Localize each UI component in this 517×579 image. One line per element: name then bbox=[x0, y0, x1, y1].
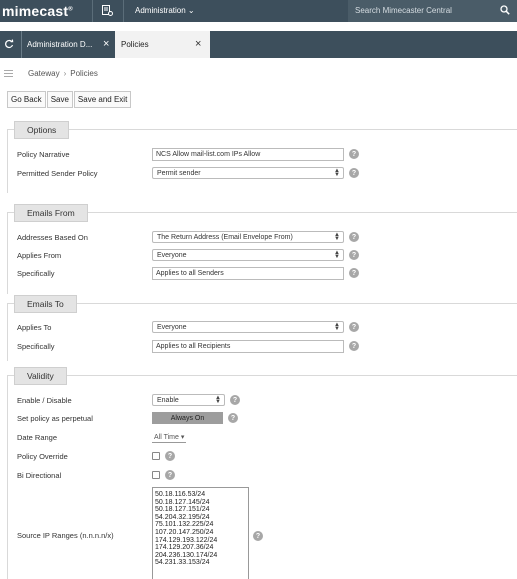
permitted-sender-policy-select[interactable]: Permit sender ▲ ▼ bbox=[152, 167, 344, 179]
ip-range-line: 174.129.207.36/24 bbox=[155, 544, 214, 552]
nav-divider bbox=[92, 0, 93, 22]
hamburger-menu-icon[interactable] bbox=[4, 70, 13, 77]
applies-from-label: Applies From bbox=[17, 250, 62, 260]
permitted-sender-policy-label: Permitted Sender Policy bbox=[17, 168, 98, 178]
ip-range-line: 75.101.132.225/24 bbox=[155, 521, 214, 529]
tab-bar: Administration D... × Policies × bbox=[0, 31, 517, 58]
select-arrows-icon: ▲ ▼ bbox=[334, 168, 340, 178]
help-icon[interactable]: ? bbox=[165, 470, 175, 480]
top-nav-bar: mimecast® Administration ⌄ Search Mimeca… bbox=[0, 0, 517, 22]
go-back-button[interactable]: Go Back bbox=[7, 91, 46, 108]
help-icon[interactable]: ? bbox=[349, 341, 359, 351]
breadcrumb-gateway[interactable]: Gateway bbox=[28, 69, 60, 78]
ip-range-line: 174.129.193.122/24 bbox=[155, 536, 218, 544]
bi-directional-checkbox[interactable] bbox=[152, 471, 160, 479]
source-ip-ranges-textarea[interactable]: 50.18.116.53/24 50.18.127.145/24 50.18.1… bbox=[152, 487, 249, 579]
enable-disable-label: Enable / Disable bbox=[17, 395, 72, 405]
ip-range-line: 50.18.116.53/24 bbox=[155, 491, 206, 498]
tab-policies[interactable]: Policies × bbox=[115, 31, 210, 58]
always-on-toggle[interactable]: Always On bbox=[152, 412, 223, 424]
options-section: Options Policy Narrative NCS Allow mail-… bbox=[7, 121, 517, 193]
section-title: Emails To bbox=[14, 295, 77, 313]
search-icon[interactable] bbox=[500, 5, 510, 15]
help-icon[interactable]: ? bbox=[349, 322, 359, 332]
search-box[interactable]: Search Mimecaster Central bbox=[348, 0, 517, 22]
emails-from-section: Emails From Addresses Based On The Retur… bbox=[7, 204, 517, 294]
help-icon[interactable]: ? bbox=[349, 250, 359, 260]
chevron-down-icon: ⌄ bbox=[187, 6, 195, 15]
ip-range-line: 107.20.147.250/24 bbox=[155, 528, 214, 536]
policy-override-checkbox[interactable] bbox=[152, 452, 160, 460]
section-title: Options bbox=[14, 121, 70, 139]
help-icon[interactable]: ? bbox=[228, 413, 238, 423]
breadcrumb: Gateway › Policies bbox=[0, 62, 517, 84]
help-icon[interactable]: ? bbox=[349, 168, 359, 178]
ip-range-line: 204.236.130.174/24 bbox=[155, 551, 218, 559]
ip-range-line: 54.231.33.153/24 bbox=[155, 559, 210, 567]
help-icon[interactable]: ? bbox=[230, 395, 240, 405]
addresses-based-on-label: Addresses Based On bbox=[17, 232, 88, 242]
refresh-icon[interactable] bbox=[4, 39, 14, 49]
save-and-exit-button[interactable]: Save and Exit bbox=[73, 91, 132, 108]
date-range-label: Date Range bbox=[17, 432, 58, 442]
specifically-recipients-input[interactable]: Applies to all Recipients bbox=[152, 339, 344, 353]
select-arrows-icon: ▲ ▼ bbox=[334, 250, 340, 260]
enable-disable-select[interactable]: Enable ▲ ▼ bbox=[152, 394, 225, 406]
caret-down-icon: ▾ bbox=[180, 433, 185, 441]
perpetual-label: Set policy as perpetual bbox=[17, 413, 93, 423]
select-arrows-icon: ▲ ▼ bbox=[215, 395, 221, 405]
policy-narrative-label: Policy Narrative bbox=[17, 149, 70, 159]
search-input[interactable]: Search Mimecaster Central bbox=[355, 6, 452, 15]
apps-icon[interactable] bbox=[102, 5, 113, 16]
ip-range-line: 50.18.127.145/24 bbox=[155, 498, 210, 506]
section-title: Emails From bbox=[14, 204, 88, 222]
action-toolbar: Go Back Save Save and Exit bbox=[7, 91, 132, 108]
close-icon[interactable]: × bbox=[195, 38, 201, 50]
policy-narrative-input[interactable]: NCS Allow mail-list.com IPs Allow bbox=[152, 147, 344, 161]
help-icon[interactable]: ? bbox=[165, 451, 175, 461]
ip-range-line: 54.204.32.195/24 bbox=[155, 513, 210, 521]
section-title: Validity bbox=[14, 367, 67, 385]
select-arrows-icon: ▲ ▼ bbox=[334, 232, 340, 242]
applies-from-select[interactable]: Everyone ▲ ▼ bbox=[152, 249, 344, 261]
close-icon[interactable]: × bbox=[103, 38, 109, 50]
applies-to-select[interactable]: Everyone ▲ ▼ bbox=[152, 321, 344, 333]
save-button[interactable]: Save bbox=[46, 91, 73, 108]
applies-to-label: Applies To bbox=[17, 322, 52, 332]
emails-to-section: Emails To Applies To Everyone ▲ ▼ ? Speci… bbox=[7, 295, 517, 361]
select-arrows-icon: ▲ ▼ bbox=[334, 322, 340, 332]
help-icon[interactable]: ? bbox=[349, 232, 359, 242]
policy-override-label: Policy Override bbox=[17, 451, 68, 461]
nav-divider bbox=[123, 0, 124, 22]
specifically-label: Specifically bbox=[17, 341, 55, 351]
specifically-senders-input[interactable]: Applies to all Senders bbox=[152, 266, 344, 280]
breadcrumb-policies: Policies bbox=[70, 69, 98, 78]
help-icon[interactable]: ? bbox=[253, 531, 263, 541]
source-ip-ranges-label: Source IP Ranges (n.n.n.n/x) bbox=[17, 530, 114, 540]
bi-directional-label: Bi Directional bbox=[17, 470, 62, 480]
addresses-based-on-select[interactable]: The Return Address (Email Envelope From)… bbox=[152, 231, 344, 243]
date-range-dropdown[interactable]: All Time ▾ bbox=[152, 432, 187, 443]
help-icon[interactable]: ? bbox=[349, 149, 359, 159]
validity-section: Validity Enable / Disable Enable ▲ ▼ ? Se… bbox=[7, 367, 517, 579]
administration-menu[interactable]: Administration ⌄ bbox=[135, 6, 195, 15]
ip-range-line: 50.18.127.151/24 bbox=[155, 506, 210, 514]
mimecast-logo[interactable]: mimecast® bbox=[2, 3, 73, 19]
tab-administration-dashboard[interactable]: Administration D... × bbox=[21, 31, 115, 58]
specifically-label: Specifically bbox=[17, 268, 55, 278]
help-icon[interactable]: ? bbox=[349, 268, 359, 278]
